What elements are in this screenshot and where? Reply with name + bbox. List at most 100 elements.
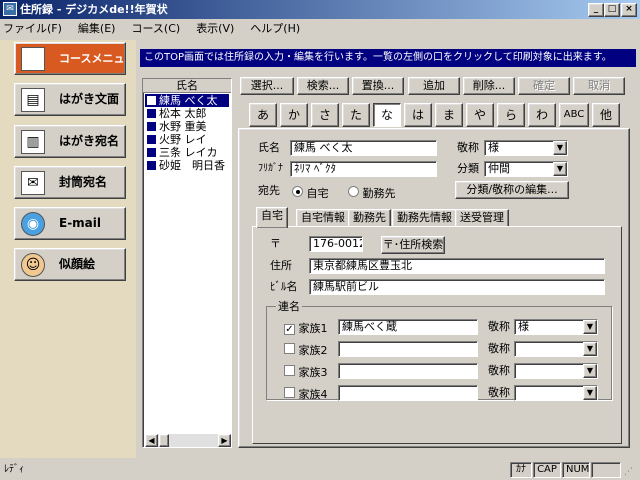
radio-home[interactable]: 自宅 (292, 185, 329, 201)
address-field[interactable]: 東京都練馬区豊玉北 (309, 258, 605, 274)
scroll-thumb[interactable] (159, 434, 169, 447)
scroll-left-icon[interactable]: ◀ (145, 434, 158, 447)
chevron-down-icon[interactable]: ▼ (583, 320, 597, 334)
family3-field[interactable] (338, 363, 478, 379)
chevron-down-icon[interactable]: ▼ (583, 342, 597, 356)
furigana-field[interactable]: ﾈﾘﾏ ﾍﾞｸﾀ (290, 161, 437, 177)
postcard-text-button[interactable]: ▤ はがき文面 (14, 83, 126, 116)
family4-checkbox[interactable]: 家族4 (284, 386, 328, 402)
portrait-button[interactable]: ☺ 似顔絵 (14, 248, 126, 281)
menu-course[interactable]: コース(C) (128, 22, 183, 35)
family1-field[interactable]: 練馬べく蔵 (338, 319, 478, 335)
email-button[interactable]: ◉ E-mail (14, 207, 126, 240)
family2-honorific-select[interactable]: ▼ (514, 341, 598, 357)
resize-grip-icon[interactable]: ⋰ (624, 466, 636, 478)
zip-search-button[interactable]: 〒･住所検索 (381, 236, 445, 254)
category-select[interactable]: 仲間 ▼ (484, 161, 568, 177)
family2-checkbox[interactable]: 家族2 (284, 342, 328, 358)
name-list-header[interactable]: 氏名 (143, 79, 231, 93)
replace-button[interactable]: 置換... (352, 77, 404, 95)
course-menu-button[interactable]: ✎コースメニュー (14, 42, 126, 96)
title-bar[interactable]: 住所録 - デジカメde!!年賀状 (0, 0, 640, 19)
print-checkbox[interactable] (147, 109, 156, 118)
kana-tab-a[interactable]: あ (249, 103, 277, 127)
envelope-address-button[interactable]: ✉ 封筒宛名 (14, 166, 126, 199)
cancel-button[interactable]: 取消 (573, 77, 625, 95)
print-checkbox[interactable] (147, 122, 156, 131)
scroll-right-icon[interactable]: ▶ (218, 434, 231, 447)
zip-label: 〒 (270, 237, 281, 250)
family3-honorific-select[interactable]: ▼ (514, 363, 598, 379)
print-checkbox[interactable] (147, 135, 156, 144)
kana-indicator: ｶﾅ (510, 462, 532, 478)
family4-honorific-select[interactable]: ▼ (514, 385, 598, 401)
list-item[interactable]: 砂姫 明日香 (145, 159, 229, 172)
select-button[interactable]: 選択... (240, 77, 294, 95)
kana-tab-sa[interactable]: さ (311, 103, 339, 127)
family1-honorific-select[interactable]: 様 ▼ (514, 319, 598, 335)
radio-work[interactable]: 勤務先 (348, 185, 396, 201)
kana-tab-ha[interactable]: は (404, 103, 432, 127)
tab-correspondence[interactable]: 送受管理 (455, 209, 509, 227)
delete-button[interactable]: 削除... (463, 77, 515, 95)
list-item[interactable]: 火野 レイ (145, 133, 229, 146)
list-item[interactable]: 練馬 べく太 (145, 94, 229, 107)
confirm-button[interactable]: 確定 (518, 77, 570, 95)
postcard-address-button[interactable]: ▥ はがき宛名 (14, 125, 126, 158)
menu-edit[interactable]: 編集(E) (75, 22, 119, 35)
chevron-down-icon[interactable]: ▼ (583, 364, 597, 378)
kana-tab-ka[interactable]: か (280, 103, 308, 127)
family1-honorific-label: 敬称 (488, 320, 510, 333)
family2-honorific-label: 敬称 (488, 342, 510, 355)
family2-field[interactable] (338, 341, 478, 357)
building-field[interactable]: 練馬駅前ビル (309, 279, 605, 295)
chevron-down-icon[interactable]: ▼ (553, 162, 567, 176)
add-button[interactable]: 追加 (408, 77, 460, 95)
print-checkbox[interactable] (147, 161, 156, 170)
tab-work[interactable]: 勤務先 (348, 209, 391, 227)
tab-home[interactable]: 自宅 (256, 207, 288, 228)
kana-tab-ma[interactable]: ま (435, 103, 463, 127)
radio-button[interactable] (348, 186, 359, 197)
list-item[interactable]: 水野 重美 (145, 120, 229, 133)
portrait-label: 似顔絵 (59, 257, 96, 271)
kana-tab-abc[interactable]: ABC (559, 103, 589, 127)
kana-tab-ta[interactable]: た (342, 103, 370, 127)
name-field[interactable]: 練馬 べく太 (290, 140, 437, 156)
tab-work-info[interactable]: 勤務先情報 (392, 209, 457, 227)
app-icon[interactable]: ✉ (3, 2, 17, 16)
family1-checkbox[interactable]: ✓ 家族1 (284, 320, 328, 336)
honorific-select[interactable]: 様 ▼ (484, 140, 568, 156)
maximize-button[interactable]: □ (604, 3, 620, 17)
kana-tab-ya[interactable]: や (466, 103, 494, 127)
minimize-button[interactable]: _ (588, 3, 604, 17)
zip-field[interactable]: 176-0012 (309, 236, 363, 252)
chevron-down-icon[interactable]: ▼ (583, 386, 597, 400)
close-button[interactable]: × (621, 3, 637, 17)
print-checkbox[interactable] (147, 96, 156, 105)
tab-home-info[interactable]: 自宅情報 (296, 209, 350, 227)
family4-field[interactable] (338, 385, 478, 401)
list-item[interactable]: 三条 レイカ (145, 146, 229, 159)
menu-file[interactable]: ファイル(F) (0, 22, 65, 35)
kana-tab-wa[interactable]: わ (528, 103, 556, 127)
kana-tab-ra[interactable]: ら (497, 103, 525, 127)
horizontal-scrollbar[interactable]: ◀ ▶ (145, 434, 231, 447)
kana-tab-other[interactable]: 他 (592, 103, 620, 127)
chevron-down-icon[interactable]: ▼ (553, 141, 567, 155)
menu-view[interactable]: 表示(V) (193, 22, 237, 35)
menu-help[interactable]: ヘルプ(H) (247, 22, 303, 35)
print-checkbox[interactable] (147, 148, 156, 157)
face-icon: ☺ (21, 253, 45, 277)
radio-button[interactable] (292, 186, 303, 197)
family3-checkbox[interactable]: 家族3 (284, 364, 328, 380)
kana-tab-na[interactable]: な (373, 103, 401, 127)
search-button[interactable]: 検索... (297, 77, 349, 95)
name-list[interactable]: 氏名 練馬 べく太 松本 太郎 水野 重美 火野 レイ 三条 レイカ 砂姫 明日… (142, 78, 232, 448)
family4-honorific-label: 敬称 (488, 386, 510, 399)
address-icon: ▥ (21, 130, 45, 154)
list-item[interactable]: 松本 太郎 (145, 107, 229, 120)
edit-category-button[interactable]: 分類/敬称の編集... (455, 181, 569, 199)
postcard-address-label: はがき宛名 (59, 134, 120, 148)
cap-indicator: CAP (533, 462, 561, 478)
